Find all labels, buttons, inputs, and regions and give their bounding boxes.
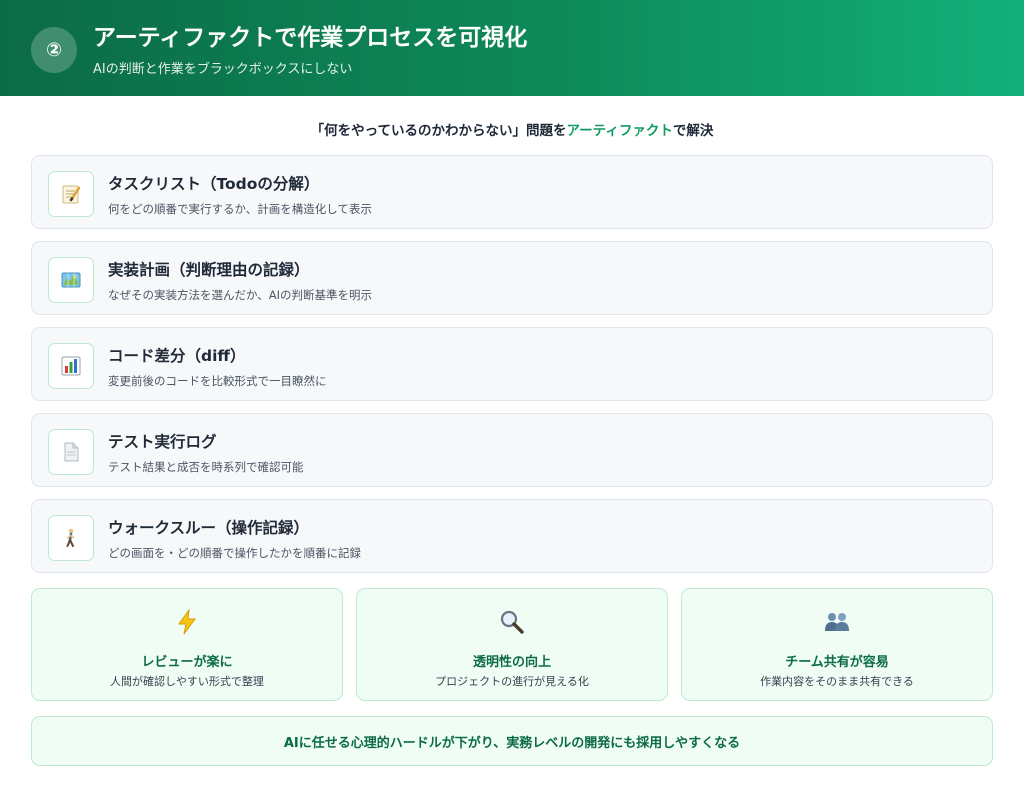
artifact-card-test-log: テスト実行ログ テスト結果と成否を時系列で確認可能: [31, 413, 993, 487]
artifact-desc: なぜその実装方法を選んだか、AIの判断基準を明示: [108, 288, 373, 302]
benefit-card-transparency: 透明性の向上 プロジェクトの進行が見える化: [356, 588, 668, 701]
artifact-card-implementation-plan: 実装計画（判断理由の記録） なぜその実装方法を選んだか、AIの判断基準を明示: [31, 241, 993, 315]
artifact-title: コード差分（diff）: [108, 347, 246, 365]
step-badge: ②: [31, 27, 77, 73]
benefit-desc: 人間が確認しやすい形式で整理: [110, 675, 264, 688]
benefit-desc: プロジェクトの進行が見える化: [435, 675, 589, 688]
lead-prefix: 「何をやっているのかわからない」問題を: [310, 123, 567, 139]
artifact-desc: 何をどの順番で実行するか、計画を構造化して表示: [108, 202, 372, 216]
magnifier-icon: [357, 607, 667, 637]
artifact-title: タスクリスト（Todoの分解）: [108, 175, 320, 193]
artifact-title: 実装計画（判断理由の記録）: [108, 261, 310, 279]
bar-chart-icon: [48, 343, 94, 389]
page-subtitle: AIの判断と作業をブラックボックスにしない: [93, 62, 353, 77]
document-icon: [48, 429, 94, 475]
benefit-card-team-sharing: チーム共有が容易 作業内容をそのまま共有できる: [681, 588, 993, 701]
benefit-desc: 作業内容をそのまま共有できる: [760, 675, 914, 688]
artifact-title: テスト実行ログ: [108, 433, 217, 451]
artifact-title: ウォークスルー（操作記録）: [108, 519, 310, 537]
artifact-card-code-diff: コード差分（diff） 変更前後のコードを比較形式で一目瞭然に: [31, 327, 993, 401]
memo-icon: [48, 171, 94, 217]
page-title: アーティファクトで作業プロセスを可視化: [93, 25, 528, 51]
people-icon: [682, 607, 992, 637]
benefit-card-review: レビューが楽に 人間が確認しやすい形式で整理: [31, 588, 343, 701]
artifact-desc: どの画面を・どの順番で操作したかを順番に記録: [108, 546, 361, 560]
lead-suffix: で解決: [672, 123, 714, 139]
artifact-card-task-list: タスクリスト（Todoの分解） 何をどの順番で実行するか、計画を構造化して表示: [31, 155, 993, 229]
map-icon: [48, 257, 94, 303]
conclusion-banner: AIに任せる心理的ハードルが下がり、実務レベルの開発にも採用しやすくなる: [31, 716, 993, 766]
page-header: ② アーティファクトで作業プロセスを可視化 AIの判断と作業をブラックボックスに…: [0, 0, 1024, 96]
walking-person-icon: [48, 515, 94, 561]
benefit-title: 透明性の向上: [472, 655, 551, 670]
artifact-desc: 変更前後のコードを比較形式で一目瞭然に: [108, 374, 327, 388]
lead-highlight: アーティファクト: [566, 123, 673, 139]
lead-text: 「何をやっているのかわからない」問題をアーティファクトで解決: [0, 119, 1024, 139]
benefit-title: チーム共有が容易: [785, 655, 889, 670]
artifact-desc: テスト結果と成否を時系列で確認可能: [108, 460, 304, 474]
lightning-icon: [32, 607, 342, 637]
artifact-card-walkthrough: ウォークスルー（操作記録） どの画面を・どの順番で操作したかを順番に記録: [31, 499, 993, 573]
benefit-title: レビューが楽に: [141, 655, 233, 670]
